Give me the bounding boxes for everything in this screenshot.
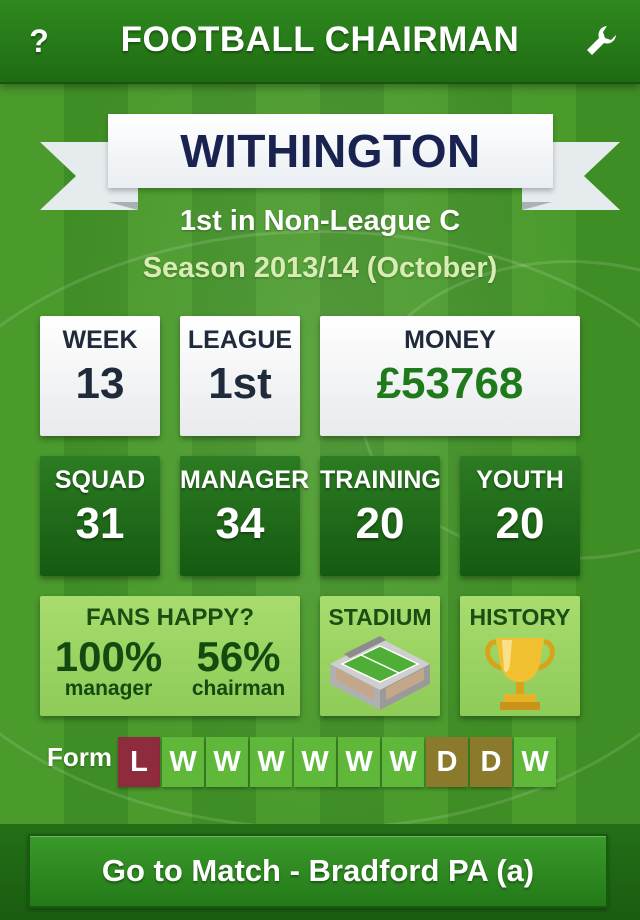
manager-value: 34 [215,499,265,548]
youth-card[interactable]: YOUTH 20 [460,456,580,576]
week-value: 13 [75,359,125,408]
stadium-icon [330,636,430,710]
go-to-match-button[interactable]: Go to Match - Bradford PA (a) [28,834,608,908]
squad-value: 31 [75,499,125,548]
form-result: W [338,737,380,787]
form-result: W [514,737,556,787]
form-result: D [470,737,512,787]
manager-label: MANAGER [180,466,310,494]
youth-label: YOUTH [476,466,564,494]
club-name-ribbon: WITHINGTON [40,114,620,210]
league-label: LEAGUE [187,326,293,354]
form-strip: LWWWWWWDDW [118,737,556,787]
club-name: WITHINGTON [108,114,553,188]
training-card[interactable]: TRAINING 20 [320,456,441,576]
league-card[interactable]: LEAGUE 1st [180,316,300,436]
form-result: W [382,737,424,787]
trophy-icon [485,638,555,710]
fans-card[interactable]: FANS HAPPY? 100% manager 56% chairman [40,596,300,716]
squad-label: SQUAD [54,466,146,494]
youth-value: 20 [495,499,545,548]
stadium-label: STADIUM [328,604,432,630]
fans-chairman: 56% chairman [192,636,285,700]
training-value: 20 [355,499,405,548]
form-result: L [118,737,160,787]
manager-card[interactable]: MANAGER 34 [180,456,310,576]
fans-manager: 100% manager [55,636,162,700]
week-label: WEEK [62,326,138,354]
money-value: £53768 [376,359,524,408]
fans-stats: 100% manager 56% chairman [40,636,300,700]
fans-label: FANS HAPPY? [85,604,255,631]
fans-manager-pct: 100% [54,633,163,680]
season-info: Season 2013/14 (October) [142,252,498,284]
form-result: W [294,737,336,787]
form-result: W [206,737,248,787]
fans-manager-label: manager [64,677,153,700]
wrench-icon [587,26,616,55]
form-result: D [426,737,468,787]
money-card[interactable]: MONEY £53768 [320,316,580,436]
week-card: WEEK 13 [40,316,160,436]
stadium-card[interactable]: STADIUM [320,596,440,716]
training-label: TRAINING [320,466,441,494]
money-label: MONEY [404,326,496,354]
league-position: 1st in Non-League C [179,205,461,237]
form-result: W [250,737,292,787]
form-label: Form [47,742,112,772]
settings-button[interactable] [576,16,626,66]
top-bar: ? FOOTBALL CHAIRMAN [0,0,640,84]
form-result: W [162,737,204,787]
history-label: HISTORY [469,604,571,630]
fans-chairman-pct: 56% [196,633,281,680]
league-value: 1st [208,359,272,408]
app-title: FOOTBALL CHAIRMAN [120,20,520,59]
history-card[interactable]: HISTORY [460,596,580,716]
fans-chairman-label: chairman [191,677,286,700]
squad-card[interactable]: SQUAD 31 [40,456,160,576]
